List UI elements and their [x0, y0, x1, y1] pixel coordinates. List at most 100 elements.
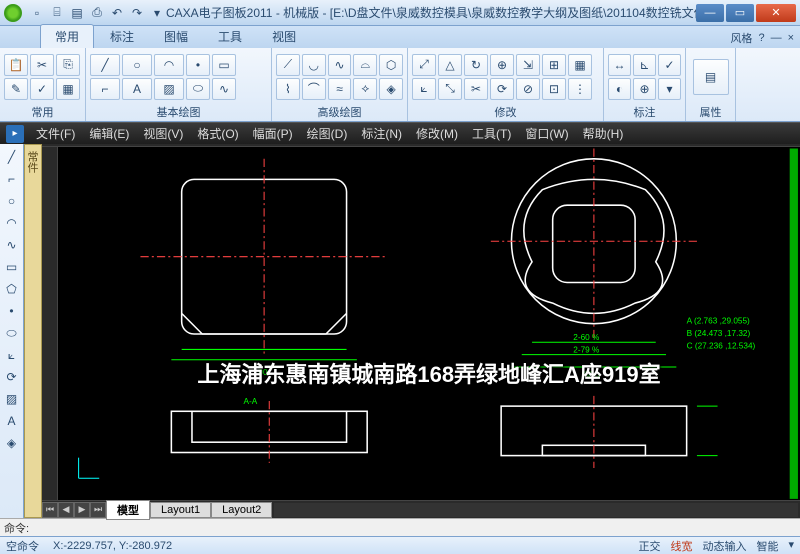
tool-spline-icon[interactable]: ∿ [3, 236, 21, 254]
minimize-button[interactable]: — [696, 4, 724, 22]
tool-extend-icon[interactable]: ⟳ [3, 368, 21, 386]
mod11-button[interactable]: ⟳ [490, 78, 514, 100]
status-ortho[interactable]: 正交 [638, 538, 660, 554]
tool-poly-icon[interactable]: ⬠ [3, 280, 21, 298]
status-smart[interactable]: 智能 [756, 538, 778, 554]
ribbon-tab-tools[interactable]: 工具 [204, 25, 256, 48]
menu-edit[interactable]: 编辑(E) [83, 123, 135, 144]
layout-tab-model[interactable]: 模型 [106, 500, 150, 520]
tool-circle-icon[interactable]: ○ [3, 192, 21, 210]
layout-tab-1[interactable]: Layout1 [150, 502, 211, 518]
adv6-button[interactable]: ⌇ [276, 78, 300, 100]
tool-ellipse-icon[interactable]: ⬭ [3, 324, 21, 342]
adv7-button[interactable]: ⌒ [302, 78, 326, 100]
menu-window[interactable]: 窗口(W) [519, 123, 574, 144]
ribbon-tab-common[interactable]: 常用 [40, 24, 94, 48]
ribbon-tab-annotate[interactable]: 标注 [96, 25, 148, 48]
mod3-button[interactable]: ↻ [464, 54, 488, 76]
menu-modify[interactable]: 修改(M) [410, 123, 464, 144]
tool-block-icon[interactable]: ◈ [3, 434, 21, 452]
drawing-canvas[interactable]: 100 A-A 2-60 % 2-79 % [58, 147, 800, 500]
side-panel-tab[interactable]: 常件 [24, 144, 42, 518]
mod1-button[interactable]: ⤢ [412, 54, 436, 76]
line-button[interactable]: ╱ [90, 54, 120, 76]
qat-print-icon[interactable]: ⎙ [88, 4, 106, 22]
dim4-button[interactable]: ◐ [608, 78, 631, 100]
mod7-button[interactable]: ▦ [568, 54, 592, 76]
mod12-button[interactable]: ⊘ [516, 78, 540, 100]
style-label[interactable]: 风格 [730, 30, 752, 46]
tab-next-button[interactable]: ▶ [74, 502, 90, 518]
properties-button[interactable]: ▤ [693, 59, 729, 95]
h-scrollbar[interactable] [274, 503, 798, 517]
point-button[interactable]: • [186, 54, 210, 76]
ribbon-tab-view[interactable]: 视图 [258, 25, 310, 48]
qat-open-icon[interactable]: ⌸ [48, 4, 66, 22]
adv9-button[interactable]: ⟡ [353, 78, 377, 100]
dim3-button[interactable]: ✓ [658, 54, 681, 76]
layout-tab-2[interactable]: Layout2 [211, 502, 272, 518]
hatch-button[interactable]: ▨ [154, 78, 184, 100]
menu-annotate[interactable]: 标注(N) [355, 123, 408, 144]
text-button[interactable]: A [122, 78, 152, 100]
qat-save-icon[interactable]: ▤ [68, 4, 86, 22]
menu-help[interactable]: 帮助(H) [577, 123, 630, 144]
adv1-button[interactable]: ⟋ [276, 54, 300, 76]
dim1-button[interactable]: ↔ [608, 54, 631, 76]
dim2-button[interactable]: ⊾ [633, 54, 656, 76]
copy-button[interactable]: ⎘ [56, 54, 80, 76]
ribbon-tab-frame[interactable]: 图幅 [150, 25, 202, 48]
dim6-button[interactable]: ▾ [658, 78, 681, 100]
qat-redo-icon[interactable]: ↷ [128, 4, 146, 22]
menu-app-icon[interactable]: ▸ [6, 125, 24, 143]
mod4-button[interactable]: ⊕ [490, 54, 514, 76]
doc-close-icon[interactable]: × [788, 32, 794, 44]
mod6-button[interactable]: ⊞ [542, 54, 566, 76]
menu-view[interactable]: 视图(V) [137, 123, 189, 144]
adv4-button[interactable]: ⌓ [353, 54, 377, 76]
tab-last-button[interactable]: ⏭ [90, 502, 106, 518]
menu-draw[interactable]: 绘图(D) [301, 123, 354, 144]
status-dyninput[interactable]: 动态输入 [702, 538, 746, 554]
tool-rect-icon[interactable]: ▭ [3, 258, 21, 276]
dim5-button[interactable]: ⊕ [633, 78, 656, 100]
rect-button[interactable]: ▭ [212, 54, 236, 76]
adv5-button[interactable]: ⬡ [379, 54, 403, 76]
menu-file[interactable]: 文件(F) [30, 123, 81, 144]
mod10-button[interactable]: ✂ [464, 78, 488, 100]
ellipse-button[interactable]: ⬭ [186, 78, 210, 100]
menu-frame[interactable]: 幅面(P) [247, 123, 299, 144]
status-dropdown-icon[interactable]: ▾ [788, 538, 794, 554]
tool-point-icon[interactable]: • [3, 302, 21, 320]
mod13-button[interactable]: ⊡ [542, 78, 566, 100]
tool-pline-icon[interactable]: ⌐ [3, 170, 21, 188]
paste-button[interactable]: 📋 [4, 54, 28, 76]
ribbon-min-icon[interactable]: — [771, 32, 782, 44]
adv8-button[interactable]: ≈ [328, 78, 352, 100]
adv10-button[interactable]: ◈ [379, 78, 403, 100]
menu-format[interactable]: 格式(O) [191, 123, 244, 144]
maximize-button[interactable]: ▭ [726, 4, 754, 22]
qat-dropdown-icon[interactable]: ▾ [148, 4, 166, 22]
qat-new-icon[interactable]: ▫ [28, 4, 46, 22]
match-button[interactable]: ✓ [30, 78, 54, 100]
circle-button[interactable]: ○ [122, 54, 152, 76]
qat-undo-icon[interactable]: ↶ [108, 4, 126, 22]
menu-tools[interactable]: 工具(T) [466, 123, 517, 144]
tool-trim-icon[interactable]: ⟀ [3, 346, 21, 364]
mod5-button[interactable]: ⇲ [516, 54, 540, 76]
tool-hatch-icon[interactable]: ▨ [3, 390, 21, 408]
mod9-button[interactable]: ⤡ [438, 78, 462, 100]
tab-prev-button[interactable]: ◀ [58, 502, 74, 518]
tool-text-icon[interactable]: A [3, 412, 21, 430]
adv2-button[interactable]: ◡ [302, 54, 326, 76]
tool-line-icon[interactable]: ╱ [3, 148, 21, 166]
tab-first-button[interactable]: ⏮ [42, 502, 58, 518]
adv3-button[interactable]: ∿ [328, 54, 352, 76]
status-lineweight[interactable]: 线宽 [670, 538, 692, 554]
tool-arc-icon[interactable]: ◠ [3, 214, 21, 232]
brush-button[interactable]: ✎ [4, 78, 28, 100]
mod8-button[interactable]: ⟀ [412, 78, 436, 100]
select-button[interactable]: ▦ [56, 78, 80, 100]
arc-button[interactable]: ◠ [154, 54, 184, 76]
